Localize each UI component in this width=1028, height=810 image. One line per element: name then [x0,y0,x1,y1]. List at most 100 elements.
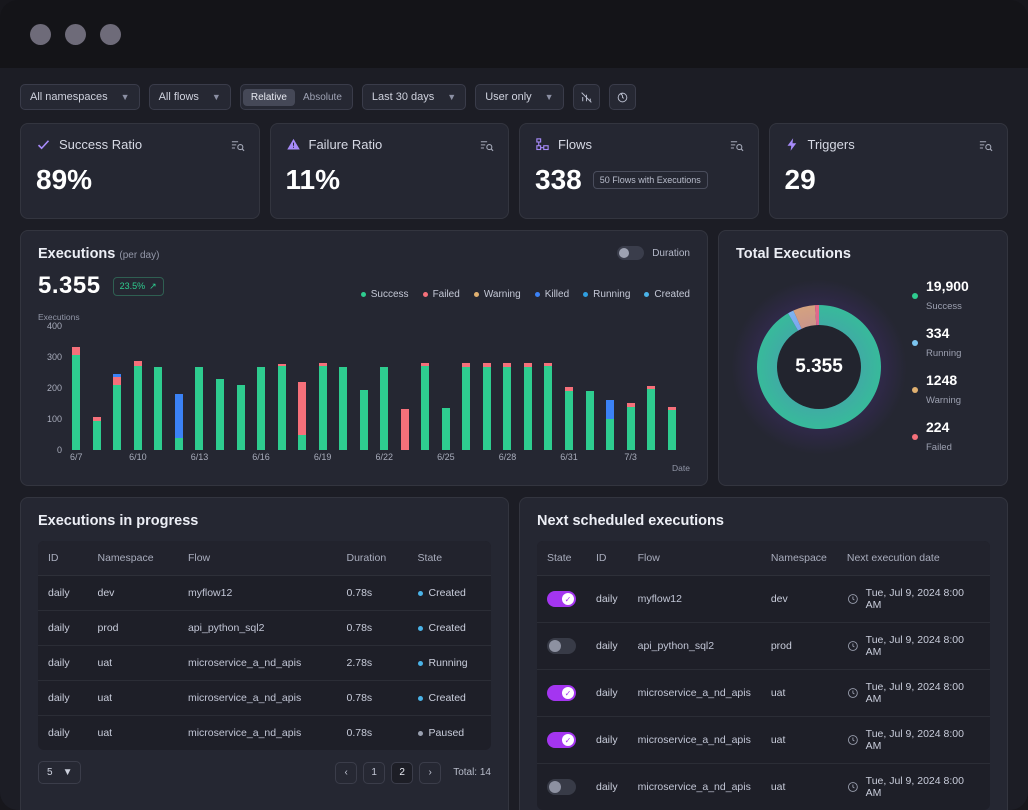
schedule-toggle[interactable] [547,685,576,701]
window-maximize-dot[interactable] [100,24,121,45]
bar-6/18[interactable] [298,382,306,450]
bar-6/13[interactable] [195,367,203,450]
table-row[interactable]: dailymyflow12devTue, Jul 9, 2024 8:00 AM [537,576,990,623]
cell-flow[interactable]: myflow12 [178,576,337,611]
legend-item-warning[interactable]: Warning [474,289,521,300]
cell-state-toggle[interactable] [537,623,586,670]
cell-state-toggle[interactable] [537,576,586,623]
cell-state-toggle[interactable] [537,764,586,810]
flow-filter[interactable]: All flows ▼ [149,84,231,110]
bar-6/30[interactable] [544,363,552,450]
list-search-icon-button[interactable] [479,138,494,153]
bar-6/10[interactable] [134,361,142,450]
stat-card-triggers[interactable]: Triggers 29 [769,123,1009,219]
bar-6/16[interactable] [257,367,265,450]
schedule-toggle[interactable] [547,779,576,795]
list-search-icon-button[interactable] [729,138,744,153]
bar-6/19[interactable] [319,363,327,450]
duration-toggle[interactable] [617,246,644,260]
cell-duration: 0.78s [337,576,408,611]
bar-6/11[interactable] [154,367,162,450]
scope-filter[interactable]: User only ▼ [475,84,563,110]
legend-item-killed[interactable]: Killed [535,289,569,300]
table-row[interactable]: dailyuatmicroservice_a_nd_apis0.78sCreat… [38,681,491,716]
refresh-icon-button[interactable] [609,84,636,110]
table-row[interactable]: dailymicroservice_a_nd_apisuatTue, Jul 9… [537,717,990,764]
bar-7/4[interactable] [647,386,655,450]
schedule-toggle[interactable] [547,732,576,748]
date-range-filter[interactable]: Last 30 days ▼ [362,84,466,110]
bar-6/24[interactable] [421,363,429,450]
bar-6/17[interactable] [278,364,286,450]
donut-chart[interactable]: 5.355 [742,290,896,444]
window-minimize-dot[interactable] [65,24,86,45]
prev-page-button[interactable]: ‹ [335,762,357,784]
executions-legend: Success Failed Warning Killed Running Created [361,289,690,300]
bar-6/15[interactable] [237,385,245,450]
stat-card-flows[interactable]: Flows 338 50 Flows with Executions [519,123,759,219]
cell-flow[interactable]: microservice_a_nd_apis [628,717,761,764]
donut-legend-item-success[interactable]: 19,900Success [912,278,969,314]
bar-6/9[interactable] [113,374,121,450]
bar-7/5[interactable] [668,407,676,450]
list-search-icon-button[interactable] [978,138,993,153]
page-button-2[interactable]: 2 [391,762,413,784]
stat-card-success-ratio[interactable]: Success Ratio 89% [20,123,260,219]
table-row[interactable]: dailyapi_python_sql2prodTue, Jul 9, 2024… [537,623,990,670]
chart-off-icon-button[interactable] [573,84,600,110]
cell-flow[interactable]: microservice_a_nd_apis [628,764,761,810]
bar-6/26[interactable] [462,363,470,450]
bar-6/25[interactable] [442,408,450,450]
bar-6/21[interactable] [360,390,368,450]
namespace-filter[interactable]: All namespaces ▼ [20,84,140,110]
cell-flow[interactable]: microservice_a_nd_apis [178,646,337,681]
table-row[interactable]: dailymicroservice_a_nd_apisuatTue, Jul 9… [537,670,990,717]
cell-flow[interactable]: api_python_sql2 [628,623,761,670]
bar-6/12[interactable] [175,394,183,450]
cell-state-toggle[interactable] [537,670,586,717]
page-button-1[interactable]: 1 [363,762,385,784]
total-executions-panel: Total Executions 5.355 19,900Success334R… [718,230,1008,486]
legend-item-created[interactable]: Created [644,289,690,300]
bar-6/20[interactable] [339,367,347,450]
bar-6/7[interactable] [72,347,80,450]
stat-card-failure-ratio[interactable]: Failure Ratio 11% [270,123,510,219]
schedule-toggle[interactable] [547,638,576,654]
bar-6/14[interactable] [216,379,224,450]
legend-item-success[interactable]: Success [361,289,409,300]
cell-flow[interactable]: api_python_sql2 [178,611,337,646]
table-row[interactable]: dailyprodapi_python_sql20.78sCreated [38,611,491,646]
donut-legend-item-warning[interactable]: 1248Warning [912,372,969,408]
legend-item-running[interactable]: Running [583,289,630,300]
bar-7/3[interactable] [627,403,635,450]
next-page-button[interactable]: › [419,762,441,784]
legend-item-failed[interactable]: Failed [423,289,460,300]
table-row[interactable]: dailyuatmicroservice_a_nd_apis0.78sPause… [38,716,491,751]
cell-state-toggle[interactable] [537,717,586,764]
bar-6/27[interactable] [483,363,491,450]
cell-flow[interactable]: microservice_a_nd_apis [178,681,337,716]
table-row[interactable]: dailydevmyflow120.78sCreated [38,576,491,611]
window-close-dot[interactable] [30,24,51,45]
donut-legend-item-failed[interactable]: 224Failed [912,419,969,455]
bar-6/22[interactable] [380,367,388,450]
bar-6/28[interactable] [503,363,511,450]
bar-7/1[interactable] [586,391,594,450]
bar-6/31[interactable] [565,387,573,450]
bar-7/2[interactable] [606,400,614,450]
bar-6/8[interactable] [93,417,101,450]
table-row[interactable]: dailyuatmicroservice_a_nd_apis2.78sRunni… [38,646,491,681]
bar-6/23[interactable] [401,409,409,450]
time-mode-absolute[interactable]: Absolute [295,89,350,106]
time-mode-relative[interactable]: Relative [243,89,295,106]
schedule-toggle[interactable] [547,591,576,607]
cell-flow[interactable]: microservice_a_nd_apis [628,670,761,717]
page-size-select[interactable]: 5 ▼ [38,761,81,784]
bar-6/29[interactable] [524,363,532,450]
donut-legend-item-running[interactable]: 334Running [912,325,969,361]
clock-icon [847,734,859,746]
list-search-icon-button[interactable] [230,138,245,153]
table-row[interactable]: dailymicroservice_a_nd_apisuatTue, Jul 9… [537,764,990,810]
cell-flow[interactable]: microservice_a_nd_apis [178,716,337,751]
cell-flow[interactable]: myflow12 [628,576,761,623]
